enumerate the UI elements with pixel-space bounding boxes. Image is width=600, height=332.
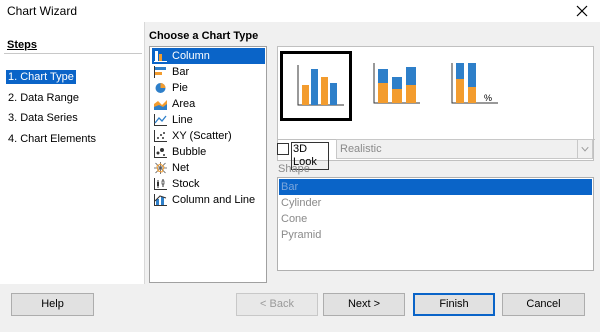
chart-type-label: Net: [172, 162, 190, 174]
column-line-chart-icon: [154, 194, 167, 206]
chart-type-xy-scatter[interactable]: XY (Scatter): [152, 128, 265, 144]
finish-button[interactable]: Finish: [413, 293, 495, 316]
step-data-series[interactable]: 3. Data Series: [6, 111, 80, 125]
chart-type-label: XY (Scatter): [172, 130, 232, 142]
shape-label: Shape: [278, 163, 310, 175]
chevron-down-icon[interactable]: [577, 140, 592, 158]
stacked-column-icon: [373, 63, 420, 104]
chart-type-pie[interactable]: Pie: [152, 80, 265, 96]
shape-option-bar[interactable]: Bar: [279, 179, 592, 195]
bubble-chart-icon: [154, 146, 167, 158]
chart-type-net[interactable]: Net: [152, 160, 265, 176]
bar-chart-icon: [154, 66, 166, 78]
cancel-button[interactable]: Cancel: [502, 293, 585, 316]
help-button[interactable]: Help: [11, 293, 94, 316]
shape-list[interactable]: Bar Cylinder Cone Pyramid: [277, 177, 594, 271]
chart-type-list[interactable]: Column Bar Pie Area Line XY (Scatter) Bu…: [149, 46, 267, 283]
shape-option-cylinder[interactable]: Cylinder: [279, 195, 592, 211]
step-chart-elements[interactable]: 4. Chart Elements: [6, 132, 98, 146]
look-combo[interactable]: Realistic: [336, 139, 593, 159]
chart-type-column[interactable]: Column: [152, 48, 265, 64]
percent-stacked-column-icon: %: [451, 63, 498, 104]
chart-type-label: Column and Line: [172, 194, 256, 206]
window-title: Chart Wizard: [7, 4, 78, 18]
steps-heading: Steps: [7, 39, 37, 51]
variant-normal[interactable]: [280, 51, 352, 121]
chart-type-label: Bubble: [172, 146, 207, 158]
chart-type-label: Area: [172, 98, 196, 110]
chart-type-label: Bar: [172, 66, 190, 78]
step-data-range[interactable]: 2. Data Range: [6, 91, 81, 105]
chart-type-panel: Choose a Chart Type Column Bar Pie Area …: [145, 22, 600, 284]
line-chart-icon: [154, 114, 167, 126]
look-combo-value: Realistic: [340, 143, 382, 155]
pie-chart-icon: [155, 83, 166, 93]
chart-type-column-and-line[interactable]: Column and Line: [152, 192, 265, 208]
panel-title: Choose a Chart Type: [149, 30, 259, 42]
title-bar: Chart Wizard: [0, 0, 600, 22]
chart-type-bar[interactable]: Bar: [152, 64, 265, 80]
normal-column-icon: [297, 65, 344, 106]
variant-stacked[interactable]: [358, 51, 430, 121]
chart-type-label: Stock: [172, 178, 200, 190]
shape-option-pyramid[interactable]: Pyramid: [279, 227, 592, 243]
step-chart-type[interactable]: 1. Chart Type: [6, 70, 76, 84]
shape-option-cone[interactable]: Cone: [279, 211, 592, 227]
chart-type-bubble[interactable]: Bubble: [152, 144, 265, 160]
variant-percent-stacked[interactable]: %: [436, 51, 508, 121]
area-chart-icon: [154, 100, 167, 110]
chart-type-stock[interactable]: Stock: [152, 176, 265, 192]
steps-panel: Steps 1. Chart Type 2. Data Range 3. Dat…: [0, 22, 145, 284]
percent-mark: %: [484, 93, 492, 103]
three-d-look-checkbox[interactable]: 3D Look: [277, 142, 329, 170]
net-chart-icon: [154, 162, 167, 174]
scatter-chart-icon: [154, 130, 167, 142]
chart-type-label: Pie: [172, 82, 188, 94]
close-icon[interactable]: [574, 1, 590, 19]
next-button[interactable]: Next >: [323, 293, 405, 316]
chart-type-label: Line: [172, 114, 193, 126]
chart-type-label: Column: [172, 50, 210, 62]
steps-divider: [4, 53, 142, 54]
checkbox-box[interactable]: [277, 143, 289, 155]
button-bar: Help < Back Next > Finish Cancel: [0, 284, 600, 332]
stock-chart-icon: [154, 178, 167, 190]
chart-type-area[interactable]: Area: [152, 96, 265, 112]
back-button[interactable]: < Back: [236, 293, 318, 316]
chart-type-line[interactable]: Line: [152, 112, 265, 128]
column-chart-icon: [154, 51, 167, 62]
